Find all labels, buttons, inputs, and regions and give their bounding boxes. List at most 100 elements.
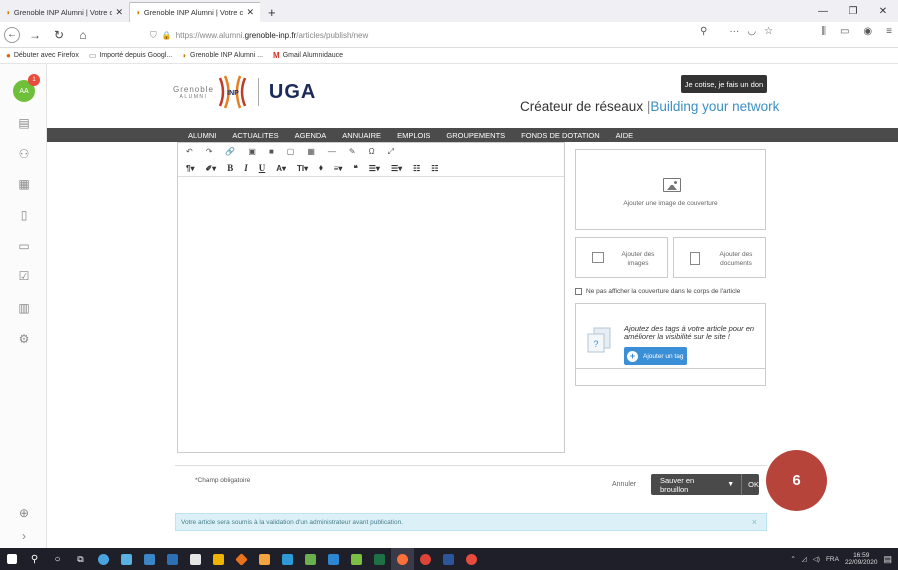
cancel-button[interactable]: Annuler (612, 481, 636, 488)
donate-button[interactable]: Je cotise, je fais un don (681, 75, 767, 93)
pocket-icon[interactable]: ◡ (747, 26, 756, 37)
chevron-down-icon[interactable]: ▼ (727, 481, 734, 488)
undo-icon[interactable]: ↶ (186, 147, 193, 156)
network-icon[interactable]: ⚙ (14, 332, 34, 350)
add-icon[interactable]: ⊕ (14, 506, 34, 524)
redo-icon[interactable]: ↷ (206, 147, 213, 156)
windows-start-icon[interactable] (0, 548, 23, 570)
excel-icon[interactable] (368, 548, 391, 570)
volume-icon[interactable]: ◁) (813, 555, 820, 563)
bookmark-firefox[interactable]: ● Débuter avec Firefox (6, 51, 79, 60)
reload-icon[interactable]: ↻ (50, 28, 68, 42)
outdent-icon[interactable]: ☷ (413, 164, 420, 173)
nav-item-annuaire[interactable]: ANNUAIRE (342, 131, 381, 140)
minimize-icon[interactable]: — (808, 6, 838, 17)
paragraph-icon[interactable]: ¶▾ (186, 164, 194, 173)
quote-icon[interactable]: ❝ (353, 164, 357, 173)
task-view-icon[interactable]: ⧉ (69, 548, 92, 570)
nav-item-emplois[interactable]: EMPLOIS (397, 131, 430, 140)
nav-item-actualites[interactable]: ACTUALITES (232, 131, 278, 140)
menu-icon[interactable]: ≡ (886, 26, 892, 37)
video-icon[interactable]: ■ (269, 147, 274, 156)
card-icon[interactable]: ▭ (14, 239, 34, 257)
cortana-icon[interactable]: ○ (46, 548, 69, 570)
ordered-list-icon[interactable]: ☰▾ (369, 164, 380, 173)
word-icon[interactable] (437, 548, 460, 570)
add-documents-button[interactable]: Ajouter des documents (673, 237, 766, 278)
chrome-icon[interactable] (414, 548, 437, 570)
chevron-right-icon[interactable]: › (14, 529, 34, 547)
nav-item-aide[interactable]: AIDE (616, 131, 634, 140)
ok-label[interactable]: OK (748, 480, 759, 489)
app-icon[interactable] (115, 548, 138, 570)
back-icon[interactable]: ← (4, 26, 20, 43)
eraser-icon[interactable]: ✎ (349, 147, 356, 156)
id-card-icon[interactable]: ▤ (14, 116, 34, 134)
align-icon[interactable]: ≡▾ (334, 164, 343, 173)
browser-tab-2[interactable]: ◗ Grenoble INP Alumni | Votre co ✕ (130, 2, 260, 22)
bookmark-imported[interactable]: ▭ Importé depuis Googl... (89, 51, 172, 60)
italic-icon[interactable]: I (244, 163, 248, 173)
nav-item-alumni[interactable]: ALUMNI (188, 131, 216, 140)
file-icon[interactable]: ▢ (287, 147, 295, 156)
indent-icon[interactable]: ☷ (431, 164, 438, 173)
language-indicator[interactable]: FRA (826, 556, 839, 563)
font-size-icon[interactable]: TI▾ (297, 164, 308, 173)
app-icon[interactable] (460, 548, 483, 570)
more-icon[interactable]: ··· (729, 26, 739, 37)
browser-tab-1[interactable]: ◗ Grenoble INP Alumni | Votre co ✕ (0, 2, 130, 22)
chrome-icon[interactable] (92, 548, 115, 570)
network-icon[interactable]: ◿ (802, 555, 807, 563)
table-icon[interactable]: ▦ (307, 147, 315, 156)
bullet-list-icon[interactable]: ☰▾ (391, 164, 402, 173)
bookmark-gmail[interactable]: M Gmail Alumnidauce (273, 51, 343, 60)
site-logo[interactable]: Grenoble ALUMNI INP UGA (173, 72, 316, 112)
bookmark-grenoble[interactable]: ◗ Grenoble INP Alumni ... (182, 51, 263, 60)
url-bar[interactable]: ⛉ 🔒 https://www.alumni. grenoble-inp.fr/a… (150, 25, 780, 45)
highlight-icon[interactable]: ⬧ (319, 163, 323, 173)
close-tab-icon[interactable]: ✕ (246, 7, 254, 18)
app-icon[interactable] (230, 548, 253, 570)
underline-icon[interactable]: U (259, 163, 266, 173)
close-icon[interactable]: × (752, 517, 757, 527)
sidebar-icon[interactable]: ▭ (840, 26, 849, 37)
building-icon[interactable]: ▥ (14, 301, 34, 319)
app-icon[interactable] (299, 548, 322, 570)
bold-icon[interactable]: B (227, 163, 233, 173)
chevron-up-icon[interactable]: ⌃ (790, 555, 795, 563)
editor-content-area[interactable] (178, 177, 564, 449)
app-icon[interactable] (138, 548, 161, 570)
group-icon[interactable]: ⚇ (14, 147, 34, 165)
search-icon[interactable]: ⚲ (700, 26, 707, 37)
close-tab-icon[interactable]: ✕ (115, 7, 123, 18)
store-icon[interactable] (184, 548, 207, 570)
bookmark-star-icon[interactable]: ☆ (764, 26, 773, 37)
document-icon[interactable]: ▯ (14, 208, 34, 226)
add-images-button[interactable]: Ajouter des images (575, 237, 668, 278)
new-tab-button[interactable]: + (260, 2, 284, 22)
app-icon[interactable] (276, 548, 299, 570)
brush-icon[interactable]: ✐▾ (205, 164, 216, 173)
app-icon[interactable] (253, 548, 276, 570)
close-window-icon[interactable]: ✕ (868, 6, 898, 17)
notifications-icon[interactable]: ▤ (883, 554, 892, 565)
clock[interactable]: 16:59 22/09/2020 (845, 552, 878, 566)
account-icon[interactable]: ◉ (863, 26, 872, 37)
nav-item-agenda[interactable]: AGENDA (295, 131, 327, 140)
nav-item-groupements[interactable]: GROUPEMENTS (446, 131, 505, 140)
home-icon[interactable]: ⌂ (74, 28, 92, 42)
app-icon[interactable] (161, 548, 184, 570)
nav-item-fonds[interactable]: FONDS DE DOTATION (521, 131, 599, 140)
font-color-icon[interactable]: A▾ (276, 164, 286, 173)
fullscreen-icon[interactable]: ⤢ (388, 147, 394, 157)
app-icon[interactable] (345, 548, 368, 570)
omega-icon[interactable]: Ω (369, 147, 375, 156)
maximize-icon[interactable]: ❐ (838, 6, 868, 17)
library-icon[interactable]: ⫼ (821, 26, 826, 37)
check-icon[interactable]: ☑ (14, 269, 34, 287)
add-tag-button[interactable]: + Ajouter un tag (624, 347, 687, 365)
firefox-icon[interactable] (391, 548, 414, 570)
search-icon[interactable]: ⚲ (23, 548, 46, 570)
save-draft-button[interactable]: Sauver en brouillon ▼ OK (651, 474, 759, 495)
cover-image-upload[interactable]: Ajouter une image de couverture (575, 149, 766, 230)
